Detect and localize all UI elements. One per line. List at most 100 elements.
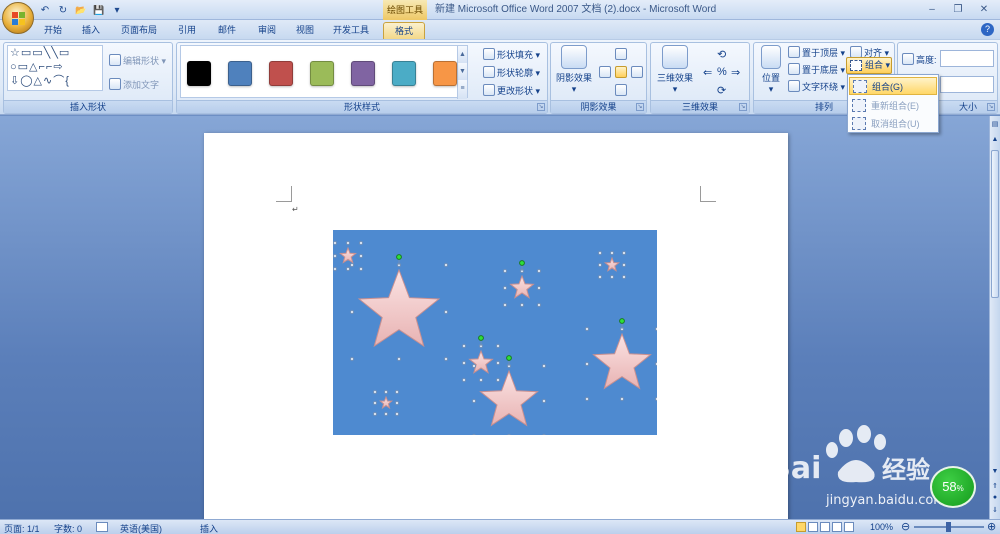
- rotation-handle[interactable]: [519, 260, 525, 266]
- next-page-icon[interactable]: ⇓: [991, 506, 999, 516]
- position-button[interactable]: 位置 ▾: [758, 45, 784, 95]
- qat-customize-icon[interactable]: ▾: [110, 4, 124, 18]
- undo-icon[interactable]: ↶: [38, 4, 52, 18]
- selection-handle[interactable]: [471, 398, 477, 404]
- selection-handle[interactable]: [584, 361, 590, 367]
- close-button[interactable]: ✕: [972, 2, 996, 17]
- selection-handle[interactable]: [372, 411, 378, 417]
- height-input[interactable]: [940, 50, 994, 67]
- browse-object-icon[interactable]: ●: [991, 494, 999, 504]
- star-picture[interactable]: [333, 230, 657, 435]
- selection-handle[interactable]: [358, 253, 364, 259]
- redo-icon[interactable]: ↻: [56, 4, 70, 18]
- minimize-button[interactable]: –: [920, 2, 944, 17]
- star-shape[interactable]: [603, 256, 621, 272]
- selection-handle[interactable]: [461, 377, 467, 383]
- menu-item-ungroup[interactable]: 取消组合(U): [849, 114, 937, 132]
- shadow-toggle-button[interactable]: [615, 65, 627, 79]
- style-swatch[interactable]: [392, 61, 416, 86]
- selection-handle[interactable]: [621, 274, 627, 280]
- selection-handle[interactable]: [584, 326, 590, 332]
- style-swatch[interactable]: [351, 61, 375, 86]
- full-screen-view-icon[interactable]: [808, 522, 818, 532]
- selection-handle[interactable]: [372, 400, 378, 406]
- zoom-out-icon[interactable]: ⊖: [901, 520, 910, 533]
- restore-button[interactable]: ❐: [946, 2, 970, 17]
- nudge-shadow-down-button[interactable]: [615, 83, 627, 97]
- selection-handle[interactable]: [654, 326, 657, 332]
- selection-handle[interactable]: [507, 433, 511, 435]
- selection-handle[interactable]: [621, 262, 627, 268]
- selection-handle[interactable]: [597, 250, 603, 256]
- dialog-launcher-icon[interactable]: ↘: [739, 103, 747, 111]
- insert-mode[interactable]: 插入: [200, 522, 218, 534]
- selection-handle[interactable]: [333, 240, 338, 246]
- menu-item-regroup[interactable]: 重新组合(E): [849, 96, 937, 114]
- nudge-shadow-left-button[interactable]: [599, 65, 611, 79]
- zoom-in-icon[interactable]: ⊕: [987, 520, 996, 533]
- selection-handle[interactable]: [345, 240, 351, 246]
- office-button[interactable]: [2, 2, 34, 34]
- selection-handle[interactable]: [383, 411, 389, 417]
- edit-shape-button[interactable]: 编辑形状 ▾: [109, 53, 166, 67]
- style-swatch[interactable]: [228, 61, 252, 86]
- 3d-effects-button[interactable]: 三维效果 ▾: [655, 45, 695, 95]
- send-to-back-button[interactable]: 置于底层 ▾: [788, 62, 845, 76]
- gallery-down-icon[interactable]: ▼: [457, 63, 467, 80]
- ruler-toggle-icon[interactable]: ▤: [991, 120, 999, 130]
- shape-fill-button[interactable]: 形状填充 ▾: [483, 47, 540, 61]
- selection-handle[interactable]: [495, 343, 501, 349]
- tab-view[interactable]: 视图: [290, 22, 320, 39]
- tab-developer[interactable]: 开发工具: [328, 22, 374, 39]
- print-layout-view-icon[interactable]: [796, 522, 806, 532]
- tab-format[interactable]: 格式: [383, 22, 425, 39]
- selection-handle[interactable]: [502, 268, 508, 274]
- star-shape[interactable]: [468, 349, 494, 374]
- vertical-scrollbar[interactable]: ▤ ▲ ▼ ⇑ ● ⇓: [989, 116, 1000, 519]
- rotation-handle[interactable]: [619, 318, 625, 324]
- selection-handle[interactable]: [654, 361, 657, 367]
- bring-to-front-button[interactable]: 置于顶层 ▾: [788, 45, 845, 59]
- change-shape-button[interactable]: 更改形状 ▾: [483, 83, 540, 97]
- selection-handle[interactable]: [536, 285, 542, 291]
- style-swatch[interactable]: [187, 61, 211, 86]
- page-count[interactable]: 页面: 1/1: [4, 522, 40, 534]
- selection-handle[interactable]: [495, 360, 501, 366]
- selection-handle[interactable]: [461, 343, 467, 349]
- selection-handle[interactable]: [358, 266, 364, 272]
- star-shape[interactable]: [592, 332, 652, 390]
- selection-handle[interactable]: [472, 433, 476, 435]
- gallery-more-icon[interactable]: ≡: [457, 80, 467, 99]
- text-wrapping-button[interactable]: 文字环绕 ▾: [788, 79, 845, 93]
- selection-handle[interactable]: [597, 262, 603, 268]
- selection-handle[interactable]: [443, 262, 449, 268]
- selection-handle[interactable]: [621, 250, 627, 256]
- selection-handle[interactable]: [536, 302, 542, 308]
- selection-handle[interactable]: [443, 356, 449, 362]
- selection-handle[interactable]: [542, 433, 546, 435]
- selection-handle[interactable]: [597, 274, 603, 280]
- shape-outline-button[interactable]: 形状轮廓 ▾: [483, 65, 540, 79]
- star-shape[interactable]: [479, 369, 539, 427]
- previous-page-icon[interactable]: ⇑: [991, 482, 999, 492]
- rotation-handle[interactable]: [478, 335, 484, 341]
- 3d-toggle-button[interactable]: %: [717, 65, 727, 79]
- selection-handle[interactable]: [394, 400, 400, 406]
- style-swatch[interactable]: [433, 61, 457, 86]
- add-text-button[interactable]: 添加文字: [109, 77, 159, 91]
- selection-handle[interactable]: [541, 363, 547, 369]
- selection-handle[interactable]: [394, 389, 400, 395]
- tilt-left-button[interactable]: ⇐: [703, 65, 712, 79]
- proofing-icon[interactable]: [96, 522, 108, 532]
- selection-handle[interactable]: [478, 377, 484, 383]
- help-icon[interactable]: ?: [981, 23, 994, 36]
- tab-insert[interactable]: 插入: [76, 22, 106, 39]
- save-icon[interactable]: 💾: [92, 4, 106, 18]
- selection-handle[interactable]: [396, 356, 402, 362]
- outline-view-icon[interactable]: [832, 522, 842, 532]
- selection-handle[interactable]: [536, 268, 542, 274]
- nudge-shadow-right-button[interactable]: [631, 65, 643, 79]
- rotation-handle[interactable]: [396, 254, 402, 260]
- selection-handle[interactable]: [443, 309, 449, 315]
- star-shape[interactable]: [357, 268, 441, 348]
